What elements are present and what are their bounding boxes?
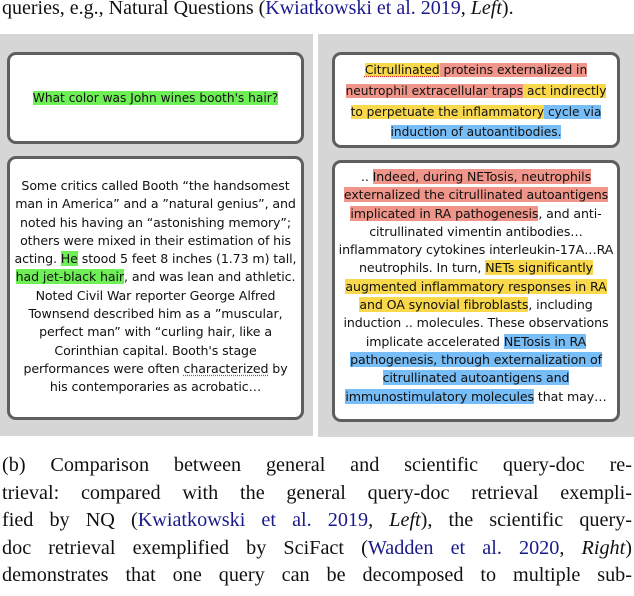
- caption-line: trieval: compared with the general query…: [2, 481, 632, 504]
- caption-italic: Right: [581, 536, 626, 559]
- doc-text: characterized: [183, 360, 269, 376]
- scientific-doc-box: .. Indeed, during NETosis, neutrophils e…: [332, 160, 620, 422]
- general-query-text: What color was John wines booth's hair?: [32, 91, 279, 105]
- doc-text: ..: [360, 169, 373, 184]
- caption-italic: Left: [389, 509, 421, 532]
- doc-highlight: He: [60, 251, 78, 267]
- figure-caption: (b) Comparison between general and scien…: [2, 452, 632, 590]
- caption-text: doc retrieval exemplified by SciFact (: [2, 536, 368, 559]
- doc-text: stood 5 feet 8 inches (1.73 m) tall,: [77, 251, 297, 267]
- citation-link[interactable]: Wadden et al. 2020: [368, 537, 560, 559]
- caption-line: doc retrieval exemplified by SciFact (Wa…: [2, 535, 632, 563]
- caption-line: fied by NQ (Kwiatkowski et al. 2019, Lef…: [2, 507, 632, 535]
- top-text-prefix: queries, e.g., Natural Questions (: [2, 0, 266, 19]
- citation-link[interactable]: Kwiatkowski et al. 2019: [265, 0, 461, 19]
- previous-text-line: queries, e.g., Natural Questions (Kwiatk…: [2, 0, 514, 19]
- caption-text: fied by NQ (: [2, 509, 138, 532]
- left-panel-general: What color was John wines booth's hair? …: [0, 34, 313, 436]
- general-doc-box: Some critics called Booth “the handsomes…: [7, 156, 304, 420]
- query-segment-1: Citrullinated: [364, 63, 440, 77]
- top-text-sep: ,: [460, 0, 471, 19]
- right-panel-scientific: Citrullinated proteins externalized in n…: [318, 34, 634, 437]
- caption-line: (b) Comparison between general and scien…: [2, 454, 632, 476]
- top-text-italic: Left: [470, 0, 502, 19]
- doc-highlight: had jet-black hair: [15, 269, 125, 285]
- caption-text: ): [625, 536, 632, 559]
- caption-text: ), the scientific query-: [420, 509, 633, 532]
- caption-text: ,: [368, 509, 390, 532]
- caption-line: demonstrates that one query can be decom…: [2, 564, 632, 587]
- citation-link[interactable]: Kwiatkowski et al. 2019: [138, 509, 368, 531]
- doc-text: that may…: [534, 388, 607, 404]
- top-text-suffix: ).: [501, 0, 514, 19]
- scientific-query-box: Citrullinated proteins externalized in n…: [332, 52, 620, 148]
- general-query-box: What color was John wines booth's hair?: [7, 52, 304, 144]
- caption-text: ,: [559, 536, 582, 559]
